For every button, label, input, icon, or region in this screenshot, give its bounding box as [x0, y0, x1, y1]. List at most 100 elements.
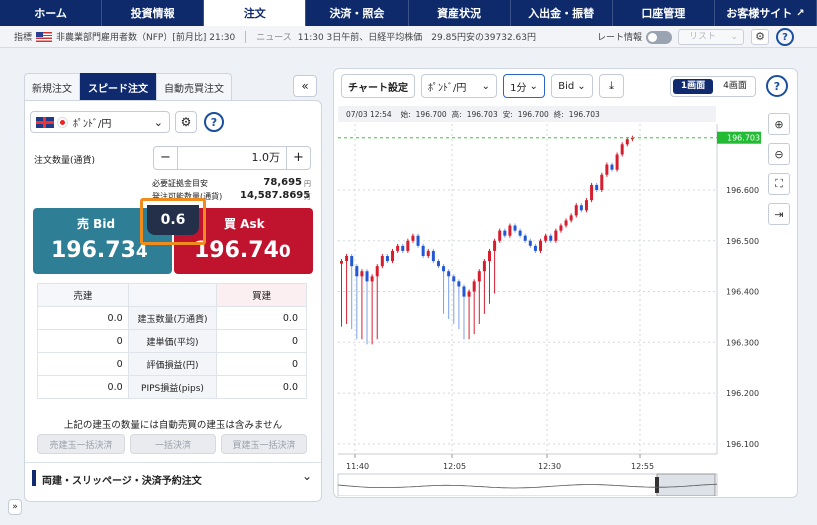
scroll-to-latest-icon[interactable]: ⇥ [768, 203, 790, 225]
chevron-down-icon: ⌄ [730, 32, 738, 42]
x-tick-label: 11:40 [346, 462, 369, 471]
bulk-close-buy-button[interactable]: 買建玉一括決済 [221, 434, 307, 454]
nav-investment-info[interactable]: 投資情報 [102, 0, 205, 26]
fit-screen-icon[interactable]: ⛶ [768, 173, 790, 195]
quantity-stepper: − 1.0万 + [153, 146, 311, 170]
layout-4-button[interactable]: 4画面 [715, 79, 755, 94]
price-type-select[interactable]: Bid ⌄ [551, 74, 593, 98]
y-tick-label: 196.400 [726, 288, 759, 297]
candle-body [620, 144, 624, 155]
cell-label: 評価損益(円) [127, 352, 218, 376]
buy-price-last: 0 [278, 242, 291, 262]
layout-1-button[interactable]: 1画面 [673, 79, 713, 94]
sell-price-last: 4 [135, 242, 148, 262]
buy-price: 196.740 [194, 238, 291, 263]
currency-pair-label: ﾎﾟﾝﾄﾞ/円 [73, 118, 112, 130]
candle-body [533, 245, 537, 251]
nav-customer-site[interactable]: お客様サイト ↗ [715, 0, 817, 26]
news-text[interactable]: 11:30 3日午前、日経平均株価 29.85円安の39732.63円 [298, 30, 536, 43]
candle-body [472, 281, 476, 292]
gear-icon[interactable]: ⚙ [175, 111, 197, 133]
zoom-in-icon[interactable]: ⊕ [768, 113, 790, 135]
candle-body [406, 240, 410, 251]
advanced-order-accordion[interactable]: 両建・スリッページ・決済予約注文 ⌄ [30, 469, 316, 489]
increment-button[interactable]: + [286, 147, 310, 169]
candle-body [615, 154, 619, 170]
candle-body [488, 250, 491, 262]
candle-body [513, 225, 517, 231]
chart-settings-button[interactable]: チャート設定 [341, 74, 415, 98]
navigator-handle [655, 477, 659, 493]
positions-note: 上記の建玉の数量には自動売買の建玉は含みません [63, 420, 283, 431]
nav-deposit[interactable]: 入出金・振替 [511, 0, 613, 26]
candle-body [605, 164, 609, 175]
nav-settlement[interactable]: 決済・照会 [306, 0, 409, 26]
candle-body [452, 276, 456, 282]
candle-body [569, 215, 573, 221]
bulk-close-all-button[interactable]: 一括決済 [130, 434, 216, 454]
list-select[interactable]: リスト ⌄ [678, 29, 744, 45]
candle-body [498, 230, 502, 241]
tab-auto-order[interactable]: 自動売買注文 [156, 73, 232, 100]
list-select-label: リスト [689, 32, 717, 42]
chart-pair-label: ﾎﾟﾝﾄﾞ/円 [428, 82, 467, 94]
ohlc-high: 196.703 [466, 109, 498, 119]
chart-pair-select[interactable]: ﾎﾟﾝﾄﾞ/円 ⌄ [421, 74, 497, 98]
header-sell: 売建 [37, 283, 129, 307]
ohlc-readout: 07/03 12:54 始: 196.700 高: 196.703 安: 196.70… [338, 106, 716, 122]
candle-body [554, 230, 558, 241]
nav-account[interactable]: 口座管理 [613, 0, 715, 26]
zoom-out-icon[interactable]: ⊖ [768, 143, 790, 165]
ohlc-high-label: 高: [451, 109, 462, 119]
table-row: 0 建単価(平均) 0 [37, 329, 307, 353]
y-tick-label: 196.100 [726, 440, 759, 449]
candle-body [365, 271, 369, 282]
rate-info-toggle[interactable] [646, 31, 672, 44]
candle-body [503, 230, 507, 236]
layout-toggle: 1画面 4画面 [670, 76, 756, 97]
chart-help-icon[interactable]: ? [766, 75, 788, 97]
download-icon[interactable]: ⤓ [599, 74, 624, 98]
indicator-text[interactable]: 非農業部門雇用者数（NFP）[前月比] 21:30 [56, 30, 235, 43]
settings-gear-icon[interactable]: ⚙ [751, 29, 769, 45]
candle-body [477, 271, 481, 282]
available-unit: 万 [304, 193, 311, 201]
jp-flag-icon [58, 117, 67, 127]
nav-order[interactable]: 注文 [204, 0, 307, 26]
candle-body [340, 261, 343, 264]
y-tick-label: 196.500 [726, 237, 759, 246]
tab-new-order[interactable]: 新規注文 [24, 73, 80, 100]
rate-info-label: レート情報 [597, 33, 643, 43]
decrement-button[interactable]: − [154, 147, 178, 169]
candle-body [447, 271, 451, 277]
positions-table: 売建 買建 0.0 建玉数量(万通貨) 0.0 0 建単価(平均) 0 0 評価… [37, 283, 307, 399]
candle-body [528, 240, 532, 246]
cell-buy: 0.0 [216, 375, 307, 399]
buy-price-main: 196.74 [194, 238, 279, 263]
y-tick-label: 196.300 [726, 338, 759, 347]
candle-body [350, 256, 354, 267]
nav-home[interactable]: ホーム [0, 0, 103, 26]
expand-bottom-button[interactable]: » [8, 499, 22, 515]
bulk-close-sell-button[interactable]: 売建玉一括決済 [37, 434, 125, 454]
chevron-down-icon: ⌄ [481, 80, 490, 92]
y-tick-label: 196.200 [726, 389, 759, 398]
candle-body [421, 245, 425, 256]
candle-body [370, 276, 374, 282]
candle-body [426, 250, 430, 256]
available-value: 14,587.8695 [240, 190, 311, 201]
collapse-panel-button[interactable]: « [293, 75, 317, 97]
cell-sell: 0.0 [37, 306, 129, 330]
candle-body [391, 250, 395, 262]
price-chart[interactable]: 196.600 196.500 196.400 196.300 196.200 196.1… [335, 124, 763, 496]
tab-speed-order[interactable]: スピード注文 [80, 73, 156, 100]
quantity-input[interactable]: 1.0万 [178, 147, 286, 169]
help-icon[interactable]: ? [204, 112, 224, 132]
currency-pair-select[interactable]: ﾎﾟﾝﾄﾞ/円 ⌄ [30, 111, 170, 133]
x-tick-label: 12:55 [631, 462, 654, 471]
candle-body [579, 205, 583, 211]
nav-assets[interactable]: 資産状況 [409, 0, 511, 26]
interval-select[interactable]: 1分 ⌄ [503, 74, 545, 98]
candle-body [574, 205, 578, 216]
help-icon[interactable]: ? [776, 28, 794, 46]
